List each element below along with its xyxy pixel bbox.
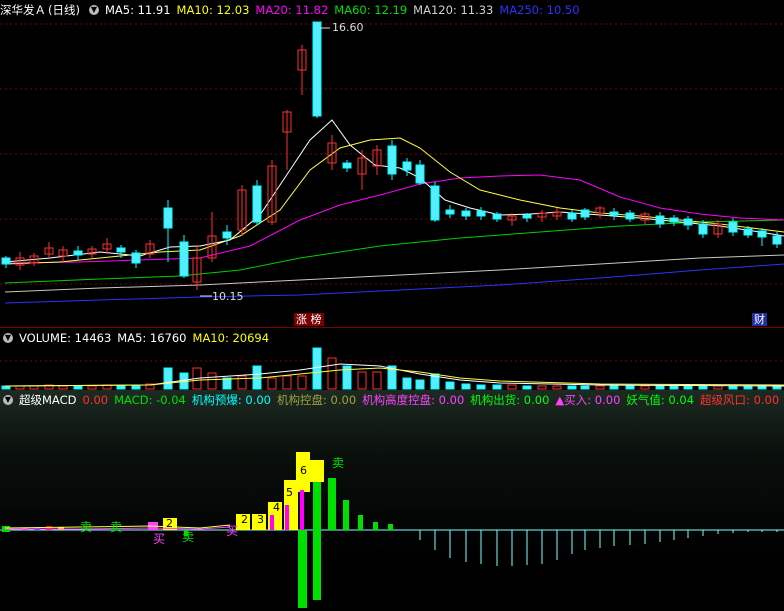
finance-tag[interactable]: 财 [752,313,767,326]
macd-zero-value: 0.00 [82,393,109,407]
candlestick-chart[interactable] [0,0,784,328]
number-label: 5 [286,486,293,499]
period-label: (日线) [48,3,80,17]
chevron-down-icon[interactable]: ▼ [3,395,13,405]
institution-sell: 机构出货: 0.00 [470,393,550,407]
macd-title[interactable]: 超级MACD [19,392,76,408]
macd-chart[interactable] [0,390,784,611]
number-label: 6 [300,464,307,477]
number-label: 2 [166,517,173,530]
ma120-value: MA120: 11.33 [413,3,494,17]
buy-signal-label: 买 [226,524,239,538]
limit-up-tag[interactable]: 涨 榜 [294,313,324,326]
number-label: 2 [241,513,248,526]
number-label: 3 [257,513,264,526]
ma5-value: MA5: 11.91 [104,3,171,17]
high-price-label: 16.60 [332,21,364,34]
price-chart-panel[interactable]: 深华发Ａ (日线) ▼ MA5: 11.91 MA10: 12.03 MA20:… [0,0,784,328]
volume-panel[interactable]: ▼ VOLUME: 14463 MA5: 16760 MA10: 20694 [0,328,784,390]
volume-ma10: MA10: 20694 [192,331,270,345]
institution-high-control: 机构高度控盘: 0.00 [362,393,465,407]
institution-pre-burst: 机构预爆: 0.00 [191,393,271,407]
volume-header: ▼ VOLUME: 14463 MA5: 16760 MA10: 20694 [0,330,269,346]
ma250-value: MA250: 10.50 [499,3,580,17]
price-header: 深华发Ａ (日线) ▼ MA5: 11.91 MA10: 12.03 MA20:… [0,2,580,18]
stock-name[interactable]: 深华发Ａ [0,2,46,18]
demon-value: 妖气值: 0.04 [626,393,695,407]
sell-signal-label: 卖 [332,456,345,470]
macd-header: ▼ 超级MACD 0.00 MACD: -0.04 机构预爆: 0.00 机构控… [0,392,784,408]
buy-signal-label: 买 [153,532,166,546]
chevron-down-icon[interactable]: ▼ [88,5,99,15]
institution-control: 机构控盘: 0.00 [277,393,357,407]
chevron-down-icon[interactable]: ▼ [3,333,13,343]
low-price-label: 10.15 [212,290,244,303]
volume-ma5: MA5: 16760 [117,331,187,345]
buy-signal: ▲买入: 0.00 [555,393,621,407]
macd-value: MACD: -0.04 [114,393,186,407]
sell-signal-label: 卖 [110,520,123,534]
ma10-value: MA10: 12.03 [176,3,250,17]
ma60-value: MA60: 12.19 [334,3,408,17]
volume-value: VOLUME: 14463 [19,331,112,345]
sell-signal-label: 卖 [80,520,93,534]
super-wind: 超级风口: 0.00 [700,393,780,407]
macd-panel[interactable]: ▼ 超级MACD 0.00 MACD: -0.04 机构预爆: 0.00 机构控… [0,390,784,611]
sell-signal-label: 卖 [182,530,195,544]
ma20-value: MA20: 11.82 [255,3,329,17]
number-label: 4 [273,501,280,514]
